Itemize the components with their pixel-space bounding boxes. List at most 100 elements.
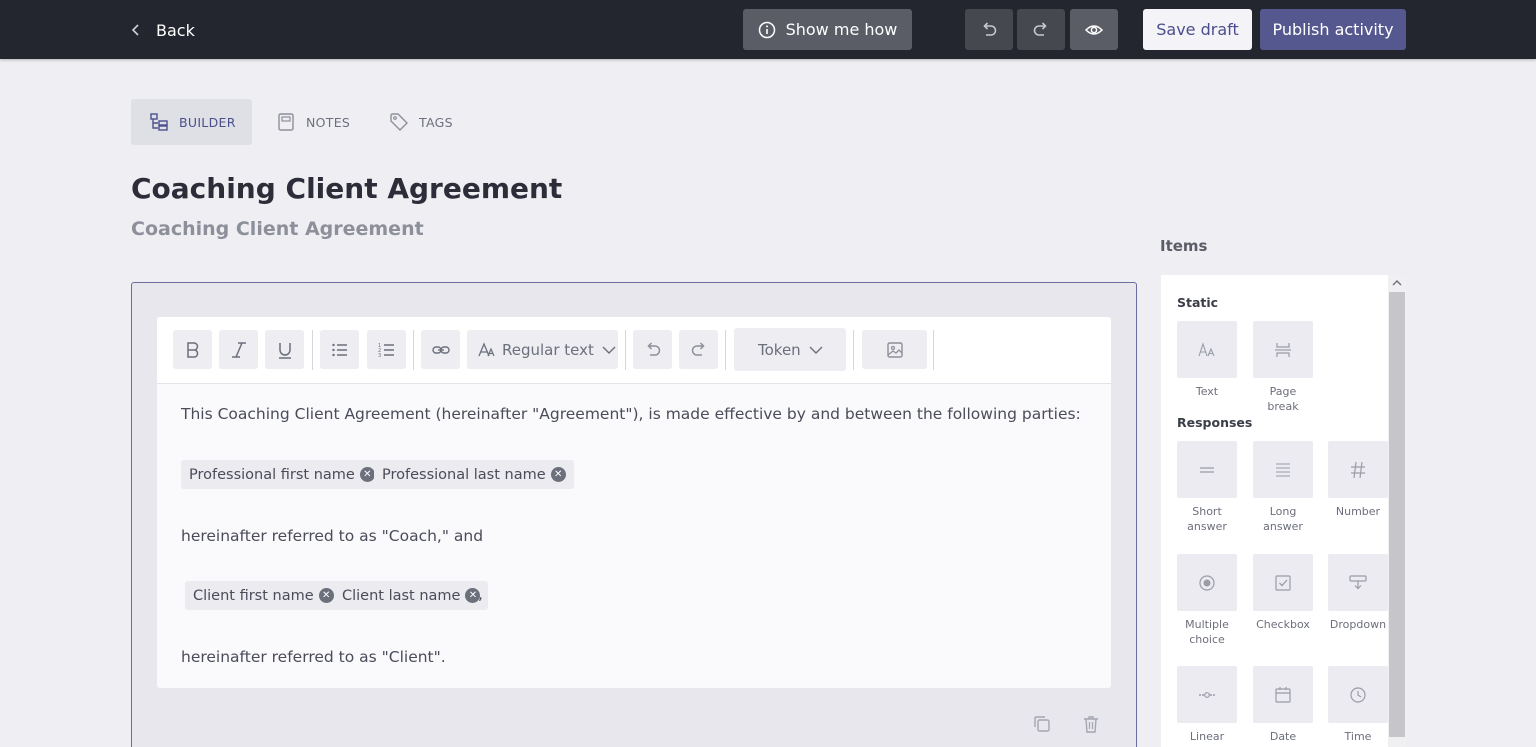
tag-icon: [390, 113, 408, 131]
link-button[interactable]: [421, 330, 460, 369]
item-page-break[interactable]: Page break: [1253, 321, 1313, 414]
item-tile: [1177, 441, 1237, 498]
notes-icon: [278, 113, 294, 131]
token-dropdown[interactable]: Token: [734, 328, 846, 371]
eye-icon: [1084, 24, 1104, 35]
tab-tags-label: TAGS: [419, 114, 453, 130]
bold-button[interactable]: [173, 330, 212, 369]
item-long-answer[interactable]: Long answer: [1253, 441, 1313, 534]
info-icon: [758, 21, 775, 38]
responses-section-label: Responses: [1177, 415, 1253, 430]
multiple-choice-icon: [1199, 574, 1215, 591]
toolbar-separator: [625, 330, 626, 370]
bold-icon: [186, 341, 198, 358]
toolbar-separator: [853, 330, 854, 370]
svg-text:3: 3: [378, 353, 381, 359]
token-client-last-name[interactable]: Client last name ✕: [334, 581, 489, 610]
item-date[interactable]: Date: [1253, 666, 1313, 744]
paragraph-intro[interactable]: This Coaching Client Agreement (hereinaf…: [181, 405, 1081, 423]
remove-token-icon[interactable]: ✕: [318, 588, 334, 603]
link-icon: [431, 345, 450, 354]
save-draft-button[interactable]: Save draft: [1143, 9, 1252, 50]
items-scrollbar[interactable]: [1388, 275, 1406, 747]
remove-token-icon[interactable]: ✕: [359, 467, 375, 482]
item-label: Text: [1195, 385, 1219, 398]
back-label: Back: [156, 20, 195, 40]
preview-button[interactable]: [1070, 9, 1118, 50]
token-label: Professional last name: [382, 466, 546, 483]
item-label: Number: [1335, 505, 1381, 518]
item-time[interactable]: Time: [1328, 666, 1388, 744]
underline-icon: [278, 342, 291, 359]
tab-notes[interactable]: NOTES: [276, 99, 350, 145]
item-multiple-choice[interactable]: Multiple choice: [1177, 554, 1237, 647]
token-client-first-name[interactable]: Client first name ✕: [185, 581, 342, 610]
item-label: Long answer: [1263, 505, 1303, 533]
text-style-label: Regular text: [502, 340, 594, 359]
scroll-up-arrow-icon[interactable]: [1392, 279, 1402, 287]
token-label: Client last name: [342, 587, 461, 604]
item-label: Page break: [1267, 385, 1299, 413]
item-dropdown[interactable]: Dropdown: [1328, 554, 1388, 632]
item-number[interactable]: Number: [1328, 441, 1388, 519]
editor-undo-button[interactable]: [633, 330, 672, 369]
remove-token-icon[interactable]: ✕: [550, 467, 566, 482]
items-heading: Items: [1160, 237, 1208, 255]
italic-button[interactable]: [219, 330, 258, 369]
linear-scale-icon: [1199, 691, 1215, 698]
item-tile: [1328, 666, 1388, 723]
item-label: Dropdown: [1329, 618, 1387, 631]
undo-button[interactable]: [965, 9, 1013, 50]
item-tile: [1328, 554, 1388, 611]
bullet-list-button[interactable]: [320, 330, 359, 369]
token-label: Professional first name: [189, 466, 355, 483]
tab-notes-label: NOTES: [306, 114, 351, 130]
toolbar-separator: [725, 330, 726, 370]
scrollbar-thumb[interactable]: [1389, 292, 1405, 737]
rich-text-editor: 123 Regular text Token This Coaching Cli…: [157, 317, 1111, 688]
item-tile: [1253, 554, 1313, 611]
text-icon: [1198, 341, 1215, 356]
short-answer-icon: [1200, 466, 1214, 473]
page-title[interactable]: Coaching Client Agreement: [131, 172, 562, 205]
item-label: Multiple choice: [1185, 618, 1229, 646]
time-icon: [1350, 686, 1366, 703]
trash-icon[interactable]: [1081, 714, 1101, 734]
item-short-answer[interactable]: Short answer: [1177, 441, 1237, 534]
item-label: Short answer: [1187, 505, 1227, 533]
text-style-dropdown[interactable]: Regular text: [467, 330, 618, 369]
numbered-list-button[interactable]: 123: [367, 330, 406, 369]
back-button[interactable]: Back: [128, 17, 195, 43]
token-professional-last-name[interactable]: Professional last name ✕: [374, 460, 574, 489]
show-me-how-label: Show me how: [785, 20, 898, 39]
italic-icon: [231, 341, 246, 358]
dropdown-icon: [1349, 574, 1367, 589]
underline-button[interactable]: [265, 330, 304, 369]
item-tile: [1253, 321, 1313, 378]
insert-image-button[interactable]: [862, 330, 927, 369]
numbered-list-icon: 123: [378, 343, 394, 359]
tab-builder-label: BUILDER: [179, 114, 236, 130]
toolbar-separator: [933, 330, 934, 370]
tab-tags[interactable]: TAGS: [389, 99, 453, 145]
editor-redo-button[interactable]: [679, 330, 718, 369]
page-subtitle[interactable]: Coaching Client Agreement: [131, 218, 424, 240]
tab-builder[interactable]: BUILDER: [131, 99, 252, 145]
item-text[interactable]: Text: [1177, 321, 1237, 399]
token-dropdown-label: Token: [758, 340, 801, 359]
page-break-icon: [1275, 342, 1291, 357]
item-tile: [1177, 554, 1237, 611]
show-me-how-button[interactable]: Show me how: [743, 9, 912, 50]
paragraph-client[interactable]: hereinafter referred to as "Client".: [181, 648, 446, 666]
publish-activity-button[interactable]: Publish activity: [1260, 9, 1406, 50]
redo-button[interactable]: [1017, 9, 1065, 50]
chevron-down-icon: [809, 346, 823, 354]
token-professional-first-name[interactable]: Professional first name ✕: [181, 460, 383, 489]
item-checkbox[interactable]: Checkbox: [1253, 554, 1313, 632]
chevron-down-icon: [602, 346, 616, 354]
item-linear-scale[interactable]: Linear scale: [1177, 666, 1237, 747]
item-tile: [1177, 666, 1237, 723]
builder-icon: [150, 113, 168, 131]
duplicate-icon[interactable]: [1032, 714, 1052, 734]
paragraph-coach[interactable]: hereinafter referred to as "Coach," and: [181, 527, 483, 545]
